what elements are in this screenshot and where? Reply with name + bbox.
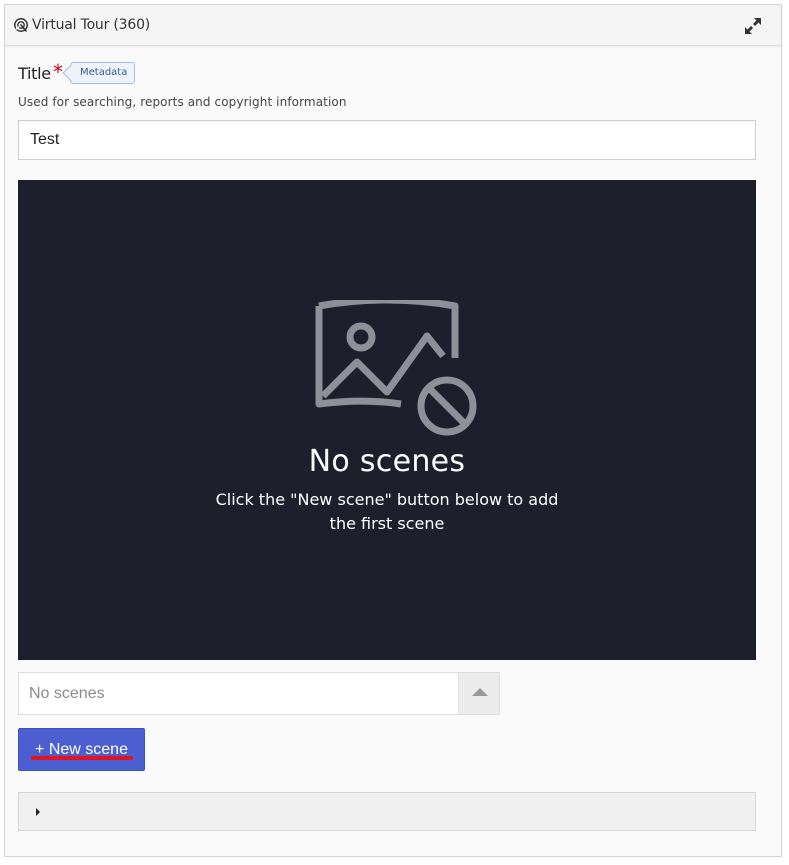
no-image-icon <box>315 300 477 436</box>
title-help-text: Used for searching, reports and copyrigh… <box>18 95 347 109</box>
annotation-underline <box>31 756 133 760</box>
caret-right-icon <box>36 808 40 816</box>
title-field-label: Title <box>18 64 51 83</box>
scene-selector-value: No scenes <box>29 685 105 702</box>
panel-header: Virtual Tour (360) <box>5 5 781 46</box>
scene-selector-toggle[interactable] <box>458 673 499 714</box>
scene-selector[interactable]: No scenes <box>18 672 500 715</box>
metadata-badge: Metadata <box>70 62 136 84</box>
panel-title: Virtual Tour (360) <box>32 17 151 33</box>
empty-state-title: No scenes <box>308 444 466 479</box>
scene-viewer: No scenes Click the "New scene" button b… <box>18 180 756 660</box>
expand-arrows-icon[interactable] <box>743 16 763 36</box>
title-input[interactable] <box>18 120 756 160</box>
metadata-badge-label: Metadata <box>80 67 128 78</box>
new-scene-button[interactable]: + New scene <box>18 728 145 771</box>
virtual-tour-icon <box>14 18 28 32</box>
collapsible-section[interactable] <box>18 792 756 831</box>
empty-state-description: Click the "New scene" button below to ad… <box>215 490 559 533</box>
required-asterisk: * <box>53 60 63 84</box>
caret-up-icon <box>472 688 488 696</box>
